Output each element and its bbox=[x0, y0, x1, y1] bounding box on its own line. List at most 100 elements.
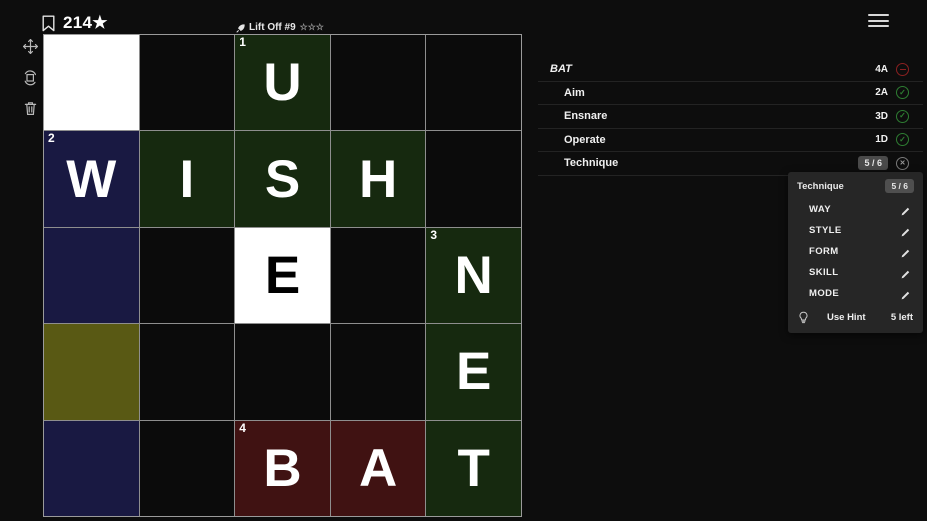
cell-number: 4 bbox=[239, 420, 246, 435]
synonym-row-skill[interactable]: SKILL bbox=[788, 262, 923, 283]
clue-ref: 4A bbox=[875, 63, 888, 75]
grid-cell[interactable]: 4B bbox=[235, 420, 330, 516]
synonym-label: MODE bbox=[809, 288, 840, 299]
grid-cell[interactable]: I bbox=[139, 131, 235, 227]
clue-meta: 1D bbox=[875, 133, 909, 147]
grid-cell[interactable]: A bbox=[330, 420, 426, 516]
grid-cell[interactable]: S bbox=[235, 131, 330, 227]
grid-cell[interactable]: T bbox=[426, 420, 521, 516]
grid-cell[interactable] bbox=[235, 324, 330, 420]
cell-letter: S bbox=[264, 149, 301, 209]
clue-label: BAT bbox=[550, 63, 572, 76]
clue-label: Aim bbox=[564, 86, 585, 99]
synonym-row-style[interactable]: STYLE bbox=[788, 220, 923, 241]
popup-header: Technique 5 / 6 bbox=[788, 172, 923, 199]
grid-cell[interactable] bbox=[330, 35, 426, 131]
cell-number: 1 bbox=[239, 35, 246, 49]
grid-cell[interactable]: 3N bbox=[426, 227, 521, 324]
pencil-icon[interactable] bbox=[900, 225, 911, 237]
grid-cell[interactable] bbox=[330, 227, 426, 324]
use-hint-row[interactable]: Use Hint 5 left bbox=[788, 304, 923, 333]
menu-line bbox=[868, 25, 889, 27]
clue-meta: 3D bbox=[875, 109, 909, 123]
clue-ref: 3D bbox=[875, 110, 888, 122]
grid-cell[interactable]: 1U bbox=[235, 35, 330, 131]
clue-row[interactable]: Operate 1D bbox=[538, 129, 923, 152]
grid-cell[interactable]: E bbox=[235, 227, 330, 324]
top-bar: 214★ Lift Off #9 ☆☆☆ bbox=[0, 0, 927, 34]
grid-cell[interactable] bbox=[139, 227, 235, 324]
grid-cell[interactable] bbox=[44, 35, 139, 131]
pencil-icon[interactable] bbox=[900, 267, 911, 279]
grid-cell[interactable]: E bbox=[426, 324, 521, 420]
cell-letter: I bbox=[179, 149, 195, 209]
clue-meta: 2A bbox=[875, 86, 909, 100]
score-group: 214★ bbox=[42, 13, 108, 33]
cell-number: 2 bbox=[48, 131, 55, 146]
clue-ref: 1D bbox=[875, 134, 888, 146]
clue-row[interactable]: Aim 2A bbox=[538, 82, 923, 105]
grid-cell[interactable] bbox=[426, 35, 521, 131]
trash-icon[interactable] bbox=[22, 100, 39, 117]
status-close-icon[interactable] bbox=[896, 156, 909, 170]
puzzle-title-group: Lift Off #9 ☆☆☆ bbox=[236, 22, 324, 33]
move-tool[interactable] bbox=[22, 38, 39, 55]
clue-row[interactable]: BAT 4A bbox=[538, 58, 923, 82]
grid-cell[interactable] bbox=[44, 420, 139, 516]
synonym-popup: Technique 5 / 6 WAY STYLE FORM SKILL MOD… bbox=[788, 172, 923, 333]
crossword-game-window: 214★ Lift Off #9 ☆☆☆ 1 U 2 W I S H E 3 N… bbox=[0, 0, 927, 521]
puzzle-title-text: Lift Off #9 bbox=[249, 22, 296, 33]
hamburger-menu-icon[interactable] bbox=[868, 14, 889, 27]
clue-row[interactable]: Ensnare 3D bbox=[538, 105, 923, 129]
menu-line bbox=[868, 14, 889, 16]
pencil-icon[interactable] bbox=[900, 204, 911, 216]
grid-cell[interactable] bbox=[330, 324, 426, 420]
clue-label: Operate bbox=[564, 133, 606, 146]
clue-meta: 4A bbox=[875, 62, 909, 76]
clue-ref: 2A bbox=[875, 87, 888, 99]
hints-left-label: 5 left bbox=[890, 312, 913, 323]
pencil-icon[interactable] bbox=[900, 288, 911, 300]
crossword-grid[interactable]: 1U 2W I S H E 3N E 4B A T bbox=[43, 34, 522, 517]
pencil-icon[interactable] bbox=[900, 246, 911, 258]
grid-cell[interactable] bbox=[426, 131, 521, 227]
menu-line bbox=[868, 19, 889, 22]
cell-letter: H bbox=[358, 149, 398, 209]
status-check-icon[interactable] bbox=[896, 86, 909, 100]
bookmark-icon[interactable] bbox=[42, 15, 55, 32]
synonym-row-form[interactable]: FORM bbox=[788, 241, 923, 262]
clue-progress-badge: 5 / 6 bbox=[858, 156, 888, 171]
clue-meta: 5 / 6 bbox=[858, 156, 909, 171]
status-check-icon[interactable] bbox=[896, 109, 909, 123]
grid-cell[interactable] bbox=[139, 35, 235, 131]
grid-cell[interactable]: H bbox=[330, 131, 426, 227]
use-hint-label: Use Hint bbox=[827, 312, 866, 323]
synonym-label: STYLE bbox=[809, 225, 842, 236]
grid-cell[interactable] bbox=[44, 324, 139, 420]
synonym-label: FORM bbox=[809, 246, 839, 257]
cell-letter: N bbox=[454, 245, 493, 305]
grid-cell[interactable]: 2W bbox=[44, 131, 139, 227]
synonym-row-way[interactable]: WAY bbox=[788, 199, 923, 220]
difficulty-stars: ☆☆☆ bbox=[299, 22, 324, 32]
synonym-label: SKILL bbox=[809, 267, 839, 278]
grid-cell[interactable] bbox=[139, 420, 235, 516]
rotate-tool[interactable] bbox=[22, 69, 39, 86]
popup-progress-badge: 5 / 6 bbox=[885, 179, 914, 193]
status-minus-icon[interactable] bbox=[896, 62, 909, 76]
cell-letter: T bbox=[457, 438, 490, 498]
cell-letter: W bbox=[66, 149, 117, 209]
grid-cell[interactable] bbox=[139, 324, 235, 420]
cell-letter: U bbox=[263, 53, 302, 113]
clue-label: Technique bbox=[564, 157, 619, 170]
tool-rail bbox=[20, 38, 40, 117]
popup-title: Technique bbox=[797, 180, 844, 192]
status-check-icon[interactable] bbox=[896, 133, 909, 147]
cell-letter: B bbox=[263, 438, 302, 498]
cell-letter: E bbox=[456, 342, 492, 402]
clue-label: Ensnare bbox=[564, 110, 608, 123]
synonym-row-mode[interactable]: MODE bbox=[788, 283, 923, 304]
clue-list: BAT 4A Aim 2A Ensnare 3D Operate 1D bbox=[538, 58, 923, 176]
grid-cell[interactable] bbox=[44, 227, 139, 324]
lightbulb-icon bbox=[798, 311, 809, 324]
